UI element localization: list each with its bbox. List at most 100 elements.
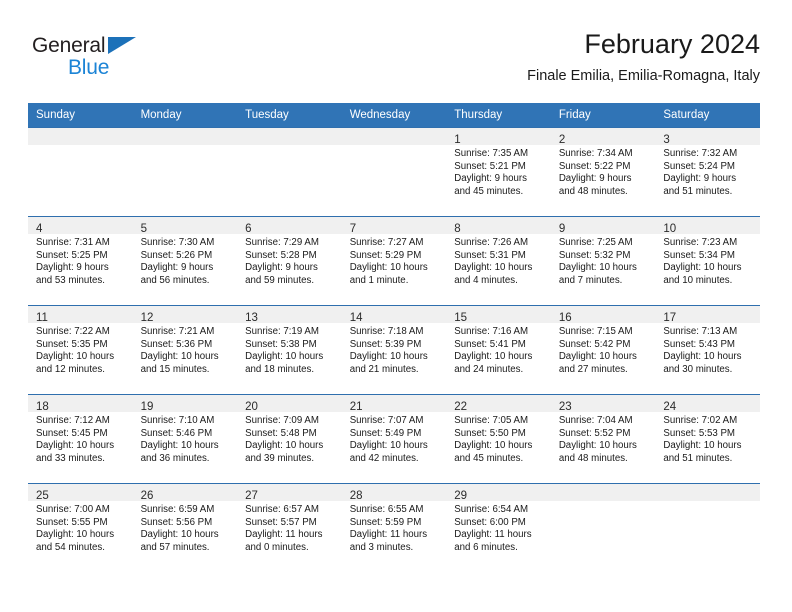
day-number: 19 [140,401,154,413]
calendar-day-cell[interactable]: 1 Sunrise: 7:35 AM Sunset: 5:21 PM Daylight… [446,127,551,217]
day-detail-line: Daylight: 10 hours [140,351,219,363]
day-detail-list: Sunrise: 7:21 AM Sunset: 5:36 PM Daylight:… [133,323,238,394]
calendar-day-cell[interactable]: 4 Sunrise: 7:31 AM Sunset: 5:25 PM Daylight… [28,216,133,306]
day-detail-line: and 0 minutes. [245,541,309,553]
calendar-day-cell[interactable]: 24 Sunrise: 7:02 AM Sunset: 5:53 PM Dayligh… [655,394,760,484]
calendar-day-cell[interactable]: 8 Sunrise: 7:26 AM Sunset: 5:31 PM Daylight… [446,216,551,306]
day-number: 15 [454,312,468,324]
day-number: 4 [36,223,43,235]
day-detail-list: Sunrise: 7:30 AM Sunset: 5:26 PM Daylight:… [133,234,238,305]
day-detail-line: and 57 minutes. [140,541,210,553]
calendar-header-row: Sunday Monday Tuesday Wednesday Thursday Frid… [28,103,760,128]
calendar-day-cell[interactable]: 26 Sunrise: 6:59 AM Sunset: 5:56 PM Dayligh… [132,483,238,572]
day-detail-line: Sunrise: 6:55 AM [349,504,424,515]
day-detail-line: Sunset: 5:25 PM [36,249,108,261]
day-number-band [237,128,342,145]
day-number: 14 [349,312,363,324]
day-detail-line: Daylight: 10 hours [36,529,115,541]
calendar-day-cell[interactable]: 5 Sunrise: 7:30 AM Sunset: 5:26 PM Daylight… [132,216,238,306]
calendar-day-cell[interactable]: 2 Sunrise: 7:34 AM Sunset: 5:22 PM Daylight… [550,127,656,217]
page-title: February 2024 [584,29,760,59]
day-detail-line: Sunrise: 7:10 AM [140,415,215,426]
day-number: 25 [36,490,49,502]
day-detail-line: Daylight: 10 hours [349,351,428,363]
day-number: 27 [245,490,258,502]
day-detail-list: Sunrise: 7:04 AM Sunset: 5:52 PM Daylight:… [551,412,656,483]
day-detail-line: Sunset: 5:24 PM [663,160,735,172]
day-detail-line: Sunset: 5:31 PM [454,249,526,261]
day-detail-line: Sunrise: 7:32 AM [663,148,738,159]
day-detail-line: Sunset: 5:39 PM [349,338,422,350]
day-detail-line: Sunset: 5:50 PM [454,427,526,439]
day-detail-line: and 48 minutes. [558,452,628,464]
calendar-day-cell[interactable]: 12 Sunrise: 7:21 AM Sunset: 5:36 PM Dayligh… [132,305,238,395]
day-detail-list: Sunrise: 7:15 AM Sunset: 5:42 PM Daylight:… [551,323,656,394]
day-detail-line: Sunrise: 7:07 AM [349,415,424,426]
day-detail-list: Sunrise: 7:12 AM Sunset: 5:45 PM Daylight:… [28,412,133,483]
day-number-band: 22 [446,395,551,413]
day-number-band: 29 [446,484,551,502]
calendar-cell-empty [341,127,447,217]
day-detail-line: and 33 minutes. [36,452,105,464]
day-detail-line: Sunrise: 7:23 AM [663,237,738,248]
calendar-day-cell[interactable]: 7 Sunrise: 7:27 AM Sunset: 5:29 PM Daylight… [341,216,447,306]
day-number: 1 [454,134,461,146]
day-detail-line: and 36 minutes. [140,452,210,464]
day-number: 11 [36,312,48,324]
calendar-day-cell[interactable]: 27 Sunrise: 6:57 AM Sunset: 5:57 PM Dayligh… [237,483,342,572]
day-detail-line: and 56 minutes. [140,274,210,286]
weekday-header-saturday: Saturday [655,103,760,128]
day-detail-line: Sunset: 5:28 PM [245,249,317,261]
day-detail-line: Daylight: 11 hours [454,529,532,541]
day-detail-line: and 27 minutes. [558,363,628,375]
calendar-day-cell[interactable]: 21 Sunrise: 7:07 AM Sunset: 5:49 PM Dayligh… [341,394,447,484]
day-detail-list: Sunrise: 6:54 AM Sunset: 6:00 PM Daylight:… [446,501,551,572]
day-detail-line: Sunrise: 7:19 AM [245,326,319,337]
calendar-day-cell[interactable]: 16 Sunrise: 7:15 AM Sunset: 5:42 PM Dayligh… [550,305,656,395]
triangle-icon [108,37,136,54]
brand-logo[interactable]: General Blue [32,34,182,90]
day-detail-line: Sunset: 5:55 PM [36,516,108,528]
calendar-day-cell[interactable]: 9 Sunrise: 7:25 AM Sunset: 5:32 PM Daylight… [550,216,656,306]
day-detail-line: and 45 minutes. [454,452,524,464]
calendar-day-cell[interactable]: 10 Sunrise: 7:23 AM Sunset: 5:34 PM Dayligh… [655,216,760,306]
calendar-day-cell[interactable]: 15 Sunrise: 7:16 AM Sunset: 5:41 PM Dayligh… [446,305,551,395]
day-detail-line: and 59 minutes. [245,274,315,286]
day-detail-list: Sunrise: 7:16 AM Sunset: 5:41 PM Daylight:… [446,323,551,394]
day-detail-list: Sunrise: 6:57 AM Sunset: 5:57 PM Daylight:… [237,501,342,572]
calendar-day-cell[interactable]: 14 Sunrise: 7:18 AM Sunset: 5:39 PM Dayligh… [341,305,447,395]
day-number: 8 [454,223,461,235]
calendar-day-cell[interactable]: 18 Sunrise: 7:12 AM Sunset: 5:45 PM Dayligh… [28,394,133,484]
calendar-day-cell[interactable]: 29 Sunrise: 6:54 AM Sunset: 6:00 PM Dayligh… [446,483,551,572]
day-detail-line: Sunrise: 6:57 AM [245,504,319,515]
day-detail-line: Sunset: 5:29 PM [349,249,422,261]
day-number-band: 26 [132,484,238,502]
calendar-day-cell[interactable]: 19 Sunrise: 7:10 AM Sunset: 5:46 PM Dayligh… [132,394,238,484]
calendar-day-cell[interactable]: 13 Sunrise: 7:19 AM Sunset: 5:38 PM Dayligh… [237,305,342,395]
day-detail-line: Sunset: 5:22 PM [558,160,631,172]
calendar-day-cell[interactable]: 22 Sunrise: 7:05 AM Sunset: 5:50 PM Dayligh… [446,394,551,484]
day-number-band: 16 [550,306,656,324]
day-number: 13 [245,312,258,324]
calendar-day-cell[interactable]: 28 Sunrise: 6:55 AM Sunset: 5:59 PM Dayligh… [341,483,447,572]
day-number-band: 3 [655,128,760,146]
calendar-day-cell[interactable]: 20 Sunrise: 7:09 AM Sunset: 5:48 PM Dayligh… [237,394,342,484]
calendar-day-cell[interactable]: 17 Sunrise: 7:13 AM Sunset: 5:43 PM Dayligh… [655,305,760,395]
day-number: 23 [558,401,572,413]
day-detail-list [133,145,238,216]
day-detail-list: Sunrise: 7:25 AM Sunset: 5:32 PM Daylight:… [551,234,656,305]
calendar-day-cell[interactable]: 11 Sunrise: 7:22 AM Sunset: 5:35 PM Dayligh… [28,305,133,395]
day-detail-line: Daylight: 10 hours [349,440,428,452]
calendar-day-cell[interactable]: 6 Sunrise: 7:29 AM Sunset: 5:28 PM Daylight… [237,216,342,306]
day-detail-list: Sunrise: 7:32 AM Sunset: 5:24 PM Daylight:… [655,145,760,216]
day-detail-line: Sunrise: 7:18 AM [349,326,424,337]
weekday-header-wednesday: Wednesday [341,103,447,128]
day-detail-line: Daylight: 9 hours [454,173,527,185]
calendar-day-cell[interactable]: 3 Sunrise: 7:32 AM Sunset: 5:24 PM Daylight… [655,127,760,217]
calendar-day-cell[interactable]: 25 Sunrise: 7:00 AM Sunset: 5:55 PM Dayligh… [28,483,133,572]
calendar-day-cell[interactable]: 23 Sunrise: 7:04 AM Sunset: 5:52 PM Dayligh… [550,394,656,484]
day-number-band: 28 [341,484,447,502]
day-detail-list: Sunrise: 7:18 AM Sunset: 5:39 PM Daylight:… [342,323,447,394]
day-number-band: 20 [237,395,342,413]
day-detail-line: Daylight: 10 hours [140,529,219,541]
